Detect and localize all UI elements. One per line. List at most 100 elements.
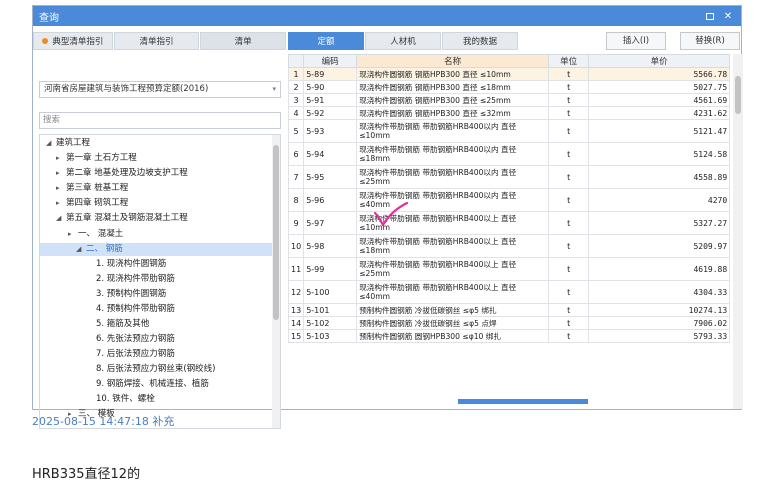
row-index: 4	[287, 106, 305, 120]
tree-node[interactable]: 3. 预制构件圆钢筋	[96, 288, 166, 301]
row-index: 2	[287, 80, 305, 94]
quota-library-select[interactable]: 河南省房屋建筑与装饰工程预算定额(2016) ▾	[39, 81, 281, 98]
table-hscrollbar[interactable]	[318, 397, 728, 405]
quota-code: 5-99	[303, 257, 358, 281]
quota-unit: t	[548, 93, 590, 107]
quota-price: 5793.33	[588, 329, 731, 343]
tab-label: 我的数据	[462, 37, 497, 47]
tree-node[interactable]: 8. 后张法预应力钢丝束(钢绞线)	[96, 363, 215, 376]
tab-list[interactable]: 清单	[200, 32, 286, 50]
tree-node[interactable]: 5. 箍筋及其他	[96, 318, 149, 331]
header-code[interactable]: 编码	[303, 54, 358, 68]
table-row[interactable]: 11 5-99 现浇构件带肋钢筋 带肋钢筋HRB400以上 直径 ≤25mm t 461…	[287, 257, 731, 281]
table-row[interactable]: 4 5-92 现浇构件圆钢筋 钢筋HPB300 直径 ≤32mm t 4231.62	[287, 106, 731, 120]
replace-button[interactable]: 替换(R)	[680, 32, 740, 50]
scroll-thumb[interactable]	[735, 76, 741, 114]
quota-price: 5327.27	[588, 211, 731, 235]
quota-price: 5209.97	[588, 234, 731, 258]
quota-price: 5121.47	[588, 119, 731, 143]
tree-node[interactable]: 9. 钢筋焊接、机械连接、植筋	[96, 378, 209, 391]
quota-code: 5-100	[303, 280, 358, 304]
quota-code: 5-103	[303, 329, 358, 343]
tab-typical-list-guide[interactable]: 典型清单指引	[33, 32, 113, 50]
table-row[interactable]: 8 5-96 现浇构件带肋钢筋 带肋钢筋HRB400以内 直径 ≤40mm t 4270	[287, 188, 731, 212]
quota-library-value: 河南省房屋建筑与装饰工程预算定额(2016)	[44, 84, 209, 94]
table-row[interactable]: 9 5-97 现浇构件带肋钢筋 带肋钢筋HRB400以上 直径 ≤10mm t 5327…	[287, 211, 731, 235]
tree-node-label: 2. 现浇构件带肋钢筋	[96, 274, 175, 284]
quota-name: 现浇构件圆钢筋 钢筋HPB300 直径 ≤18mm	[356, 80, 550, 94]
table-row[interactable]: 14 5-102 预制构件圆钢筋 冷拔低碳钢丝 ≤φ5 点焊 t 7906.02	[287, 316, 731, 330]
quota-name: 现浇构件带肋钢筋 带肋钢筋HRB400以上 直径 ≤25mm	[356, 257, 550, 281]
header-name[interactable]: 名称	[356, 54, 550, 68]
table-header-row: 编码 名称 单位 单价	[287, 54, 731, 68]
tree-node-label: 一、 混凝土	[78, 229, 124, 239]
header-index	[287, 54, 305, 68]
title-bar[interactable]: 查询 ✕	[33, 6, 741, 26]
tree-node-label: 1. 现浇构件圆钢筋	[96, 259, 167, 269]
tree-node[interactable]: ▸ 第三章 桩基工程	[56, 182, 128, 195]
tab-my-data[interactable]: 我的数据	[442, 32, 518, 50]
quota-unit: t	[548, 67, 590, 81]
quota-code: 5-95	[303, 165, 358, 189]
tree-scrollbar[interactable]	[272, 135, 280, 428]
tab-label: 人材机	[390, 37, 416, 47]
caret-icon: ▸	[56, 154, 60, 162]
row-index: 1	[287, 67, 305, 81]
tree-node[interactable]: 1. 现浇构件圆钢筋	[96, 258, 166, 271]
caret-icon: ◢	[76, 245, 82, 253]
tree-node[interactable]: ◢ 建筑工程	[46, 137, 90, 150]
tree-node[interactable]: ▸ 一、 混凝土	[68, 228, 123, 241]
table-row[interactable]: 13 5-101 预制构件圆钢筋 冷拔低碳钢丝 ≤φ5 绑扎 t 10274.13	[287, 303, 731, 317]
tab-list-guide[interactable]: 清单指引	[113, 32, 200, 50]
tree-node[interactable]: ▸ 第一章 土石方工程	[56, 152, 137, 165]
quota-unit: t	[548, 80, 590, 94]
table-row[interactable]: 2 5-90 现浇构件圆钢筋 钢筋HPB300 直径 ≤18mm t 5027.75	[287, 80, 731, 94]
tab-quota[interactable]: 定额	[288, 32, 364, 50]
table-row[interactable]: 12 5-100 现浇构件带肋钢筋 带肋钢筋HRB400以上 直径 ≤40mm t 43…	[287, 280, 731, 304]
tree-node[interactable]: ◢ 第五章 混凝土及钢筋混凝土工程	[56, 212, 188, 225]
tree-node-label: 8. 后张法预应力钢丝束(钢绞线)	[96, 364, 216, 374]
table-row[interactable]: 15 5-103 预制构件圆钢筋 圆钢HPB300 ≤φ10 绑扎 t 5793.33	[287, 329, 731, 343]
tab-labor-material-machine[interactable]: 人材机	[365, 32, 441, 50]
tree-node[interactable]: 4. 预制构件带肋钢筋	[96, 303, 175, 316]
tree-node[interactable]: 2. 现浇构件带肋钢筋	[96, 273, 175, 286]
tree-node[interactable]: 6. 先张法预应力钢筋	[96, 333, 175, 346]
tree-node-label: 第三章 桩基工程	[66, 183, 129, 193]
quota-name: 现浇构件圆钢筋 钢筋HPB300 直径 ≤10mm	[356, 67, 550, 81]
quota-unit: t	[548, 188, 590, 212]
caret-icon: ▸	[56, 184, 60, 192]
quota-code: 5-96	[303, 188, 358, 212]
tree-node[interactable]: 7. 后张法预应力钢筋	[96, 348, 175, 361]
table-row[interactable]: 1 5-89 现浇构件圆钢筋 钢筋HPB300 直径 ≤10mm t 5566.78	[287, 67, 731, 81]
quota-name: 现浇构件带肋钢筋 带肋钢筋HRB400以上 直径 ≤18mm	[356, 234, 550, 258]
row-index: 11	[287, 257, 305, 281]
tree-node-label: 6. 先张法预应力钢筋	[96, 334, 175, 344]
close-icon[interactable]: ✕	[721, 9, 735, 23]
insert-button[interactable]: 插入(I)	[606, 32, 666, 50]
table-row[interactable]: 10 5-98 现浇构件带肋钢筋 带肋钢筋HRB400以上 直径 ≤18mm t 520…	[287, 234, 731, 258]
scroll-thumb[interactable]	[273, 145, 279, 320]
table-row[interactable]: 3 5-91 现浇构件圆钢筋 钢筋HPB300 直径 ≤25mm t 4561.69	[287, 93, 731, 107]
quota-code: 5-97	[303, 211, 358, 235]
maximize-icon[interactable]	[703, 9, 717, 23]
query-dialog: 查询 ✕ 典型清单指引 清单指引 清单 河南省房屋建筑与装饰工程预算定额(201…	[32, 5, 743, 429]
header-price[interactable]: 单价	[588, 54, 731, 68]
tree-node-label: 9. 钢筋焊接、机械连接、植筋	[96, 379, 209, 389]
table-scrollbar[interactable]	[733, 54, 743, 409]
tree-node[interactable]: ▸ 第二章 地基处理及边坡支护工程	[56, 167, 188, 180]
tree-node-selected[interactable]: ◢ 二、 钢筋	[40, 243, 273, 256]
quota-name: 预制构件圆钢筋 冷拔低碳钢丝 ≤φ5 点焊	[356, 316, 550, 330]
search-input[interactable]: 搜索	[39, 112, 281, 129]
quota-name: 现浇构件带肋钢筋 带肋钢筋HRB400以内 直径 ≤25mm	[356, 165, 550, 189]
table-row[interactable]: 7 5-95 现浇构件带肋钢筋 带肋钢筋HRB400以内 直径 ≤25mm t 4558…	[287, 165, 731, 189]
table-row[interactable]: 5 5-93 现浇构件带肋钢筋 带肋钢筋HRB400以内 直径 ≤10mm t 5121…	[287, 119, 731, 143]
table-row[interactable]: 6 5-94 现浇构件带肋钢筋 带肋钢筋HRB400以内 直径 ≤18mm t 5124…	[287, 142, 731, 166]
tree-node[interactable]: 10. 铁件、螺栓	[96, 393, 155, 406]
quota-price: 7906.02	[588, 316, 731, 330]
quota-price: 5027.75	[588, 80, 731, 94]
tree-node[interactable]: ▸ 第四章 砌筑工程	[56, 197, 128, 210]
left-tabs: 典型清单指引 清单指引 清单	[33, 32, 287, 50]
quota-code: 5-102	[303, 316, 358, 330]
hscroll-thumb[interactable]	[458, 399, 588, 404]
header-unit[interactable]: 单位	[548, 54, 590, 68]
